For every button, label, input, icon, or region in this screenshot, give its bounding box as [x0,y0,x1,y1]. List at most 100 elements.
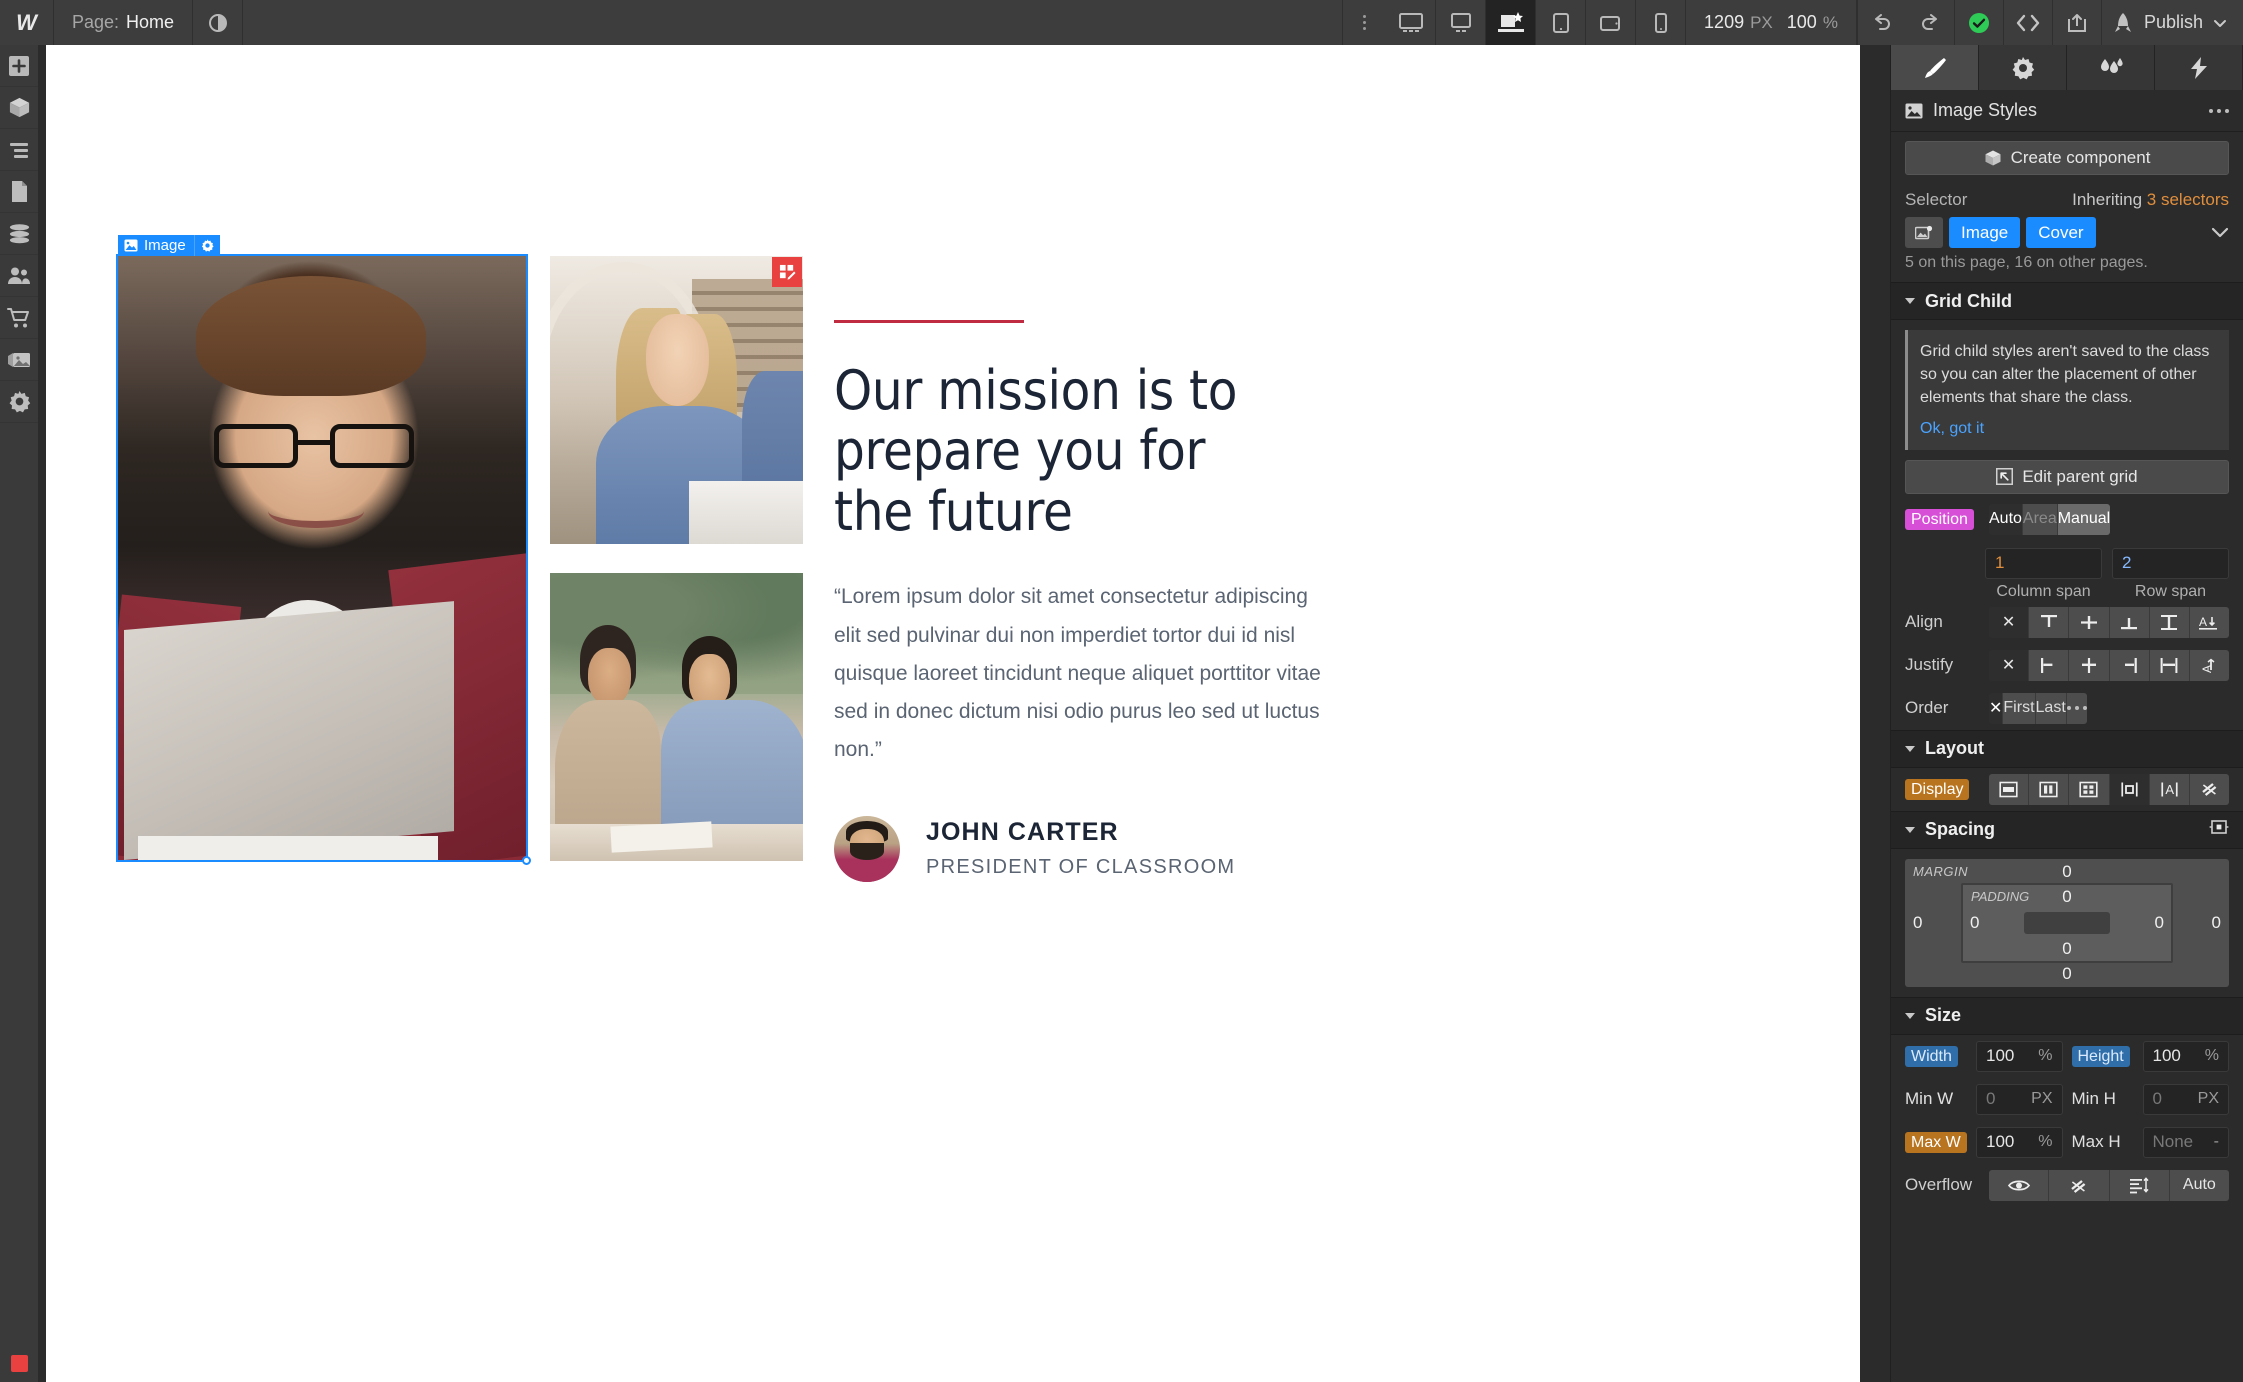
max-width-input[interactable]: 100 % [1976,1127,2063,1158]
display-inline-icon[interactable]: A [2150,774,2190,805]
margin-left-value[interactable]: 0 [1913,913,1922,933]
position-option-manual[interactable]: Manual [2058,504,2110,535]
max-height-input[interactable]: None - [2143,1127,2230,1158]
device-mobile[interactable] [1636,0,1686,45]
tab-style[interactable] [1891,45,1979,90]
selector-dropdown-button[interactable] [2211,223,2229,243]
order-more-icon[interactable] [2067,693,2087,724]
align-start-icon[interactable] [2029,607,2069,638]
padding-top-value[interactable]: 0 [2062,887,2071,907]
padding-bottom-value[interactable]: 0 [2062,939,2071,959]
photo-student-laptop[interactable] [118,256,526,860]
section-header-grid-child[interactable]: Grid Child [1891,282,2243,320]
position-option-auto[interactable]: Auto [1989,504,2023,535]
rail-bottom-badge[interactable] [0,1355,38,1372]
selection-settings-button[interactable] [194,235,220,256]
tab-interactions[interactable] [2067,45,2155,90]
align-end-icon[interactable] [2110,607,2150,638]
tab-effects[interactable] [2155,45,2243,90]
section-header-size[interactable]: Size [1891,997,2243,1035]
quote-paragraph[interactable]: “Lorem ipsum dolor sit amet consectetur … [834,578,1334,769]
justify-clear-icon[interactable]: ✕ [1989,650,2029,681]
more-horizontal-icon[interactable] [2209,109,2229,113]
order-option-last[interactable]: Last [2036,693,2067,724]
position-option-area[interactable]: Area [2023,504,2058,535]
publish-button[interactable]: Publish [2101,0,2243,45]
height-label[interactable]: Height [2072,1046,2130,1067]
margin-top-value[interactable]: 0 [2062,862,2071,882]
section-header-spacing[interactable]: Spacing [1891,811,2243,849]
width-label[interactable]: Width [1905,1046,1958,1067]
selector-chip-cover[interactable]: Cover [2026,217,2095,248]
position-label[interactable]: Position [1905,509,1974,530]
align-baseline-icon[interactable]: A [2190,607,2229,638]
redo-button[interactable] [1906,14,1954,32]
padding-left-value[interactable]: 0 [1970,913,1979,933]
sidebar-item-cms[interactable] [0,213,38,255]
inheriting-status[interactable]: Inheriting 3 selectors [2072,190,2229,210]
max-width-label[interactable]: Max W [1905,1132,1967,1153]
spacing-mode-icon[interactable] [2209,819,2229,840]
justify-center-icon[interactable] [2069,650,2109,681]
eye-visible-icon[interactable] [1989,1170,2049,1201]
edit-parent-grid-button[interactable]: Edit parent grid [1905,460,2229,494]
spacing-widget[interactable]: MARGIN 0 0 0 0 PADDING 0 0 0 0 [1905,859,2229,987]
overflow-auto-option[interactable]: Auto [2170,1170,2229,1201]
photo-students-outdoors[interactable] [550,573,803,861]
selector-chip-image[interactable]: Image [1949,217,2020,248]
selection-badge[interactable]: Image [118,235,220,256]
image-selector-icon[interactable] [1905,217,1943,248]
eye-hidden-icon[interactable] [2049,1170,2109,1201]
undo-button[interactable] [1858,14,1906,32]
display-none-icon[interactable] [2190,774,2229,805]
page-canvas[interactable]: Image [46,45,1860,1382]
column-span-input[interactable]: 1 [1985,548,2102,579]
padding-widget[interactable]: PADDING 0 0 0 0 [1961,883,2173,963]
page-heading[interactable]: Our mission is to prepare you for the fu… [834,361,1254,542]
tab-settings[interactable] [1979,45,2067,90]
code-button[interactable] [2004,14,2052,32]
device-desktop[interactable] [1436,0,1486,45]
sidebar-item-ecommerce[interactable] [0,297,38,339]
display-label[interactable]: Display [1905,779,1969,800]
display-inline-block-icon[interactable] [2110,774,2150,805]
device-desktop-large[interactable] [1386,0,1436,45]
min-height-input[interactable]: 0 PX [2143,1084,2230,1115]
grid-child-notice-dismiss[interactable]: Ok, got it [1920,417,2217,440]
sidebar-item-add-elements[interactable] [0,45,38,87]
scroll-icon[interactable] [2110,1170,2170,1201]
photo-student-library[interactable] [550,256,803,544]
align-stretch-icon[interactable] [2150,607,2190,638]
align-center-icon[interactable] [2069,607,2109,638]
page-selector[interactable]: Page: Home [54,0,193,45]
saved-indicator[interactable] [1955,11,2003,35]
resize-handle-bottom-right[interactable] [522,856,531,865]
justify-baseline-icon[interactable]: A [2190,650,2229,681]
share-button[interactable] [2053,13,2101,33]
device-canvas[interactable] [1486,0,1536,45]
align-clear-icon[interactable]: ✕ [1989,607,2029,638]
create-component-button[interactable]: Create component [1905,141,2229,175]
sidebar-item-settings[interactable] [0,381,38,423]
viewport-zoom-display[interactable]: 1209 PX 100 % [1686,0,1857,45]
display-grid-icon[interactable] [2069,774,2109,805]
display-flex-icon[interactable] [2029,774,2069,805]
row-span-input[interactable]: 2 [2112,548,2229,579]
justify-end-icon[interactable] [2110,650,2150,681]
sidebar-item-components[interactable] [0,87,38,129]
justify-stretch-icon[interactable] [2150,650,2190,681]
margin-right-value[interactable]: 0 [2212,913,2221,933]
device-tablet-landscape[interactable] [1586,0,1636,45]
sidebar-item-navigator[interactable] [0,129,38,171]
sidebar-item-assets[interactable] [0,339,38,381]
author-block[interactable]: JOHN CARTER PRESIDENT OF CLASSROOM [834,816,1574,882]
min-width-input[interactable]: 0 PX [1976,1084,2063,1115]
height-input[interactable]: 100 % [2143,1041,2230,1072]
width-input[interactable]: 100 % [1976,1041,2063,1072]
justify-start-icon[interactable] [2029,650,2069,681]
grid-edit-badge[interactable] [772,257,802,287]
sidebar-item-pages[interactable] [0,171,38,213]
order-option-first[interactable]: First [2003,693,2035,724]
webflow-logo[interactable]: W [0,0,54,45]
section-header-layout[interactable]: Layout [1891,730,2243,768]
